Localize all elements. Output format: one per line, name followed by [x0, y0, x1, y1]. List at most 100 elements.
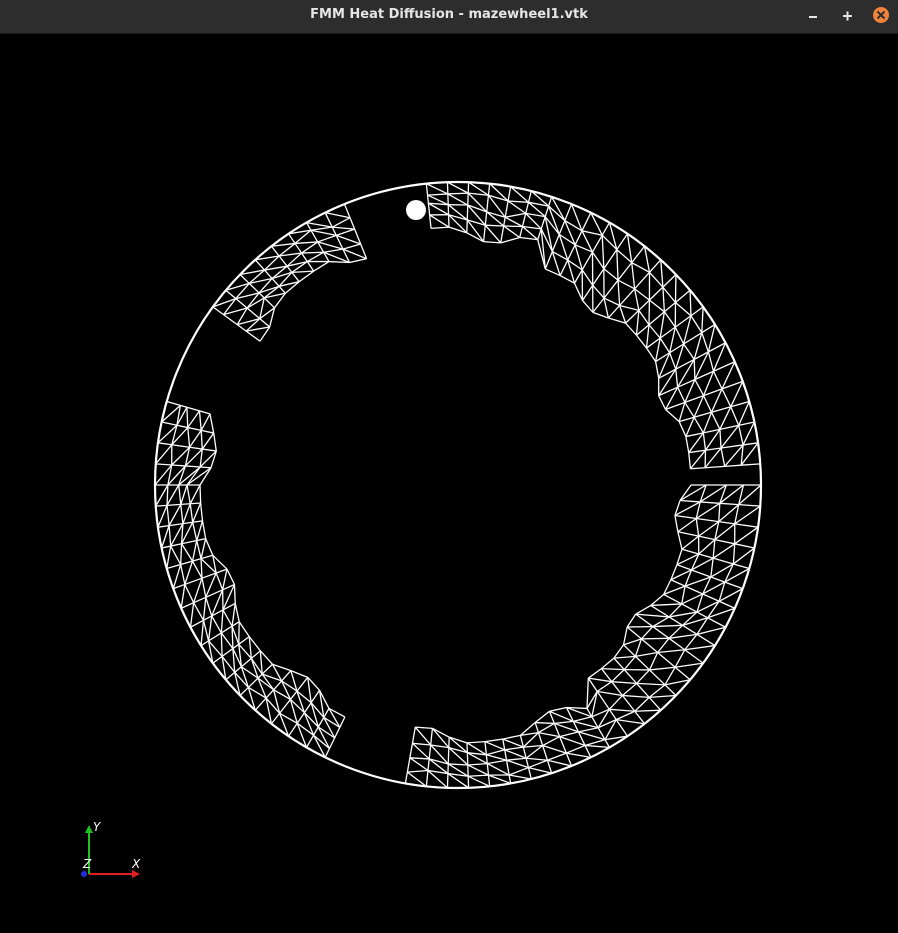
mesh-edge — [710, 558, 714, 578]
mesh-edge — [689, 290, 692, 316]
mesh-edge — [301, 241, 319, 254]
minimize-button[interactable] — [803, 6, 823, 26]
mesh-edge — [426, 183, 449, 195]
mesh-edge — [166, 484, 180, 506]
mesh-edge — [613, 644, 625, 659]
mesh-edge — [200, 538, 207, 559]
mesh-edge — [689, 449, 707, 470]
mesh-edge — [581, 269, 594, 286]
mesh-edge — [675, 662, 704, 668]
close-icon — [873, 7, 889, 23]
mesh-edge — [166, 484, 169, 506]
close-button[interactable] — [871, 6, 891, 26]
mesh-edge — [652, 624, 683, 628]
mesh-edge — [234, 603, 240, 622]
mesh-edge — [200, 620, 205, 646]
mesh-edge — [170, 545, 182, 565]
mesh-edge — [205, 538, 214, 556]
mesh-edge — [738, 484, 762, 506]
mesh-edge — [707, 351, 715, 372]
mesh-edge — [186, 407, 189, 428]
mesh-edge — [689, 289, 704, 308]
mesh-edge — [660, 695, 677, 711]
mesh-edge — [538, 731, 560, 738]
mesh-edge — [719, 429, 722, 449]
maximize-button[interactable] — [837, 6, 857, 26]
mesh-edge — [681, 585, 686, 605]
mesh-edge — [220, 609, 224, 633]
minimize-icon — [809, 16, 817, 18]
mesh-edge — [573, 282, 584, 301]
mesh-edge — [714, 324, 727, 344]
mesh-edge — [740, 442, 759, 466]
mesh-edge — [535, 721, 555, 725]
mesh-edge — [220, 632, 234, 649]
mesh-edge — [467, 764, 489, 776]
orientation-axes: X Y Z — [81, 820, 141, 878]
mesh-edge — [622, 682, 638, 696]
mesh-edge — [690, 315, 703, 334]
mesh-edge — [615, 710, 636, 721]
mesh-edge — [160, 547, 168, 569]
mesh-edge — [166, 568, 174, 589]
mesh-edge — [313, 734, 330, 750]
mesh-edge — [587, 668, 602, 679]
mesh-edge — [484, 738, 503, 743]
mesh-edge — [211, 615, 222, 634]
mesh-edge — [226, 568, 236, 585]
render-viewport[interactable]: X Y Z — [0, 34, 898, 933]
mesh-edge — [702, 412, 713, 434]
mesh-edge — [324, 203, 345, 214]
mesh-edge — [650, 593, 665, 606]
mesh-edge — [648, 652, 659, 671]
mesh-edge — [581, 233, 628, 301]
mesh-edge — [658, 342, 726, 379]
mesh-edge — [447, 192, 469, 195]
mesh-edge — [584, 739, 606, 747]
mesh-edge — [154, 484, 157, 507]
mesh-edge — [306, 221, 333, 228]
mesh-edge — [677, 386, 686, 403]
mesh-edge — [409, 757, 430, 760]
mesh-edge — [349, 258, 367, 264]
window-titlebar[interactable]: FMM Heat Diffusion - mazewheel1.vtk — [0, 0, 898, 34]
mesh-edge — [414, 726, 432, 746]
mesh-edge — [486, 749, 505, 756]
mesh-edge — [427, 193, 448, 196]
mesh-edge — [191, 560, 203, 579]
mesh-edge — [701, 332, 710, 353]
mesh-edge — [528, 766, 552, 774]
mesh-edge — [547, 759, 572, 767]
mesh-edge — [157, 505, 168, 528]
mesh-edge — [291, 270, 314, 274]
mesh-edge — [663, 311, 676, 328]
mesh-edge — [180, 607, 192, 628]
mesh-edge — [310, 226, 333, 231]
mesh-edge — [627, 233, 645, 247]
mesh-edge — [693, 416, 704, 434]
mesh-edge — [199, 502, 204, 521]
mesh-edge — [659, 311, 666, 339]
mesh-edge — [644, 709, 662, 725]
mesh-edge — [695, 518, 700, 537]
mesh-edge — [487, 194, 506, 218]
mesh-edge — [409, 757, 429, 772]
mesh-edge — [193, 602, 205, 621]
mesh-edge — [508, 200, 529, 203]
mesh-edge — [172, 564, 182, 589]
mesh-edge — [505, 212, 526, 218]
mesh-edge — [710, 412, 721, 430]
mesh-edge — [684, 633, 698, 651]
mesh-edge — [171, 446, 191, 466]
mesh-edge — [654, 361, 660, 379]
mesh-edge — [448, 763, 468, 766]
mesh-edge — [571, 756, 592, 767]
mesh-edge — [724, 342, 736, 363]
x-axis-label: X — [131, 857, 141, 871]
mesh-edge — [168, 504, 182, 526]
mesh-edge — [616, 249, 619, 281]
mesh-edge — [198, 410, 202, 431]
mesh-edge — [675, 369, 679, 388]
mesh-edge — [415, 726, 433, 729]
mesh-edge — [259, 650, 273, 665]
